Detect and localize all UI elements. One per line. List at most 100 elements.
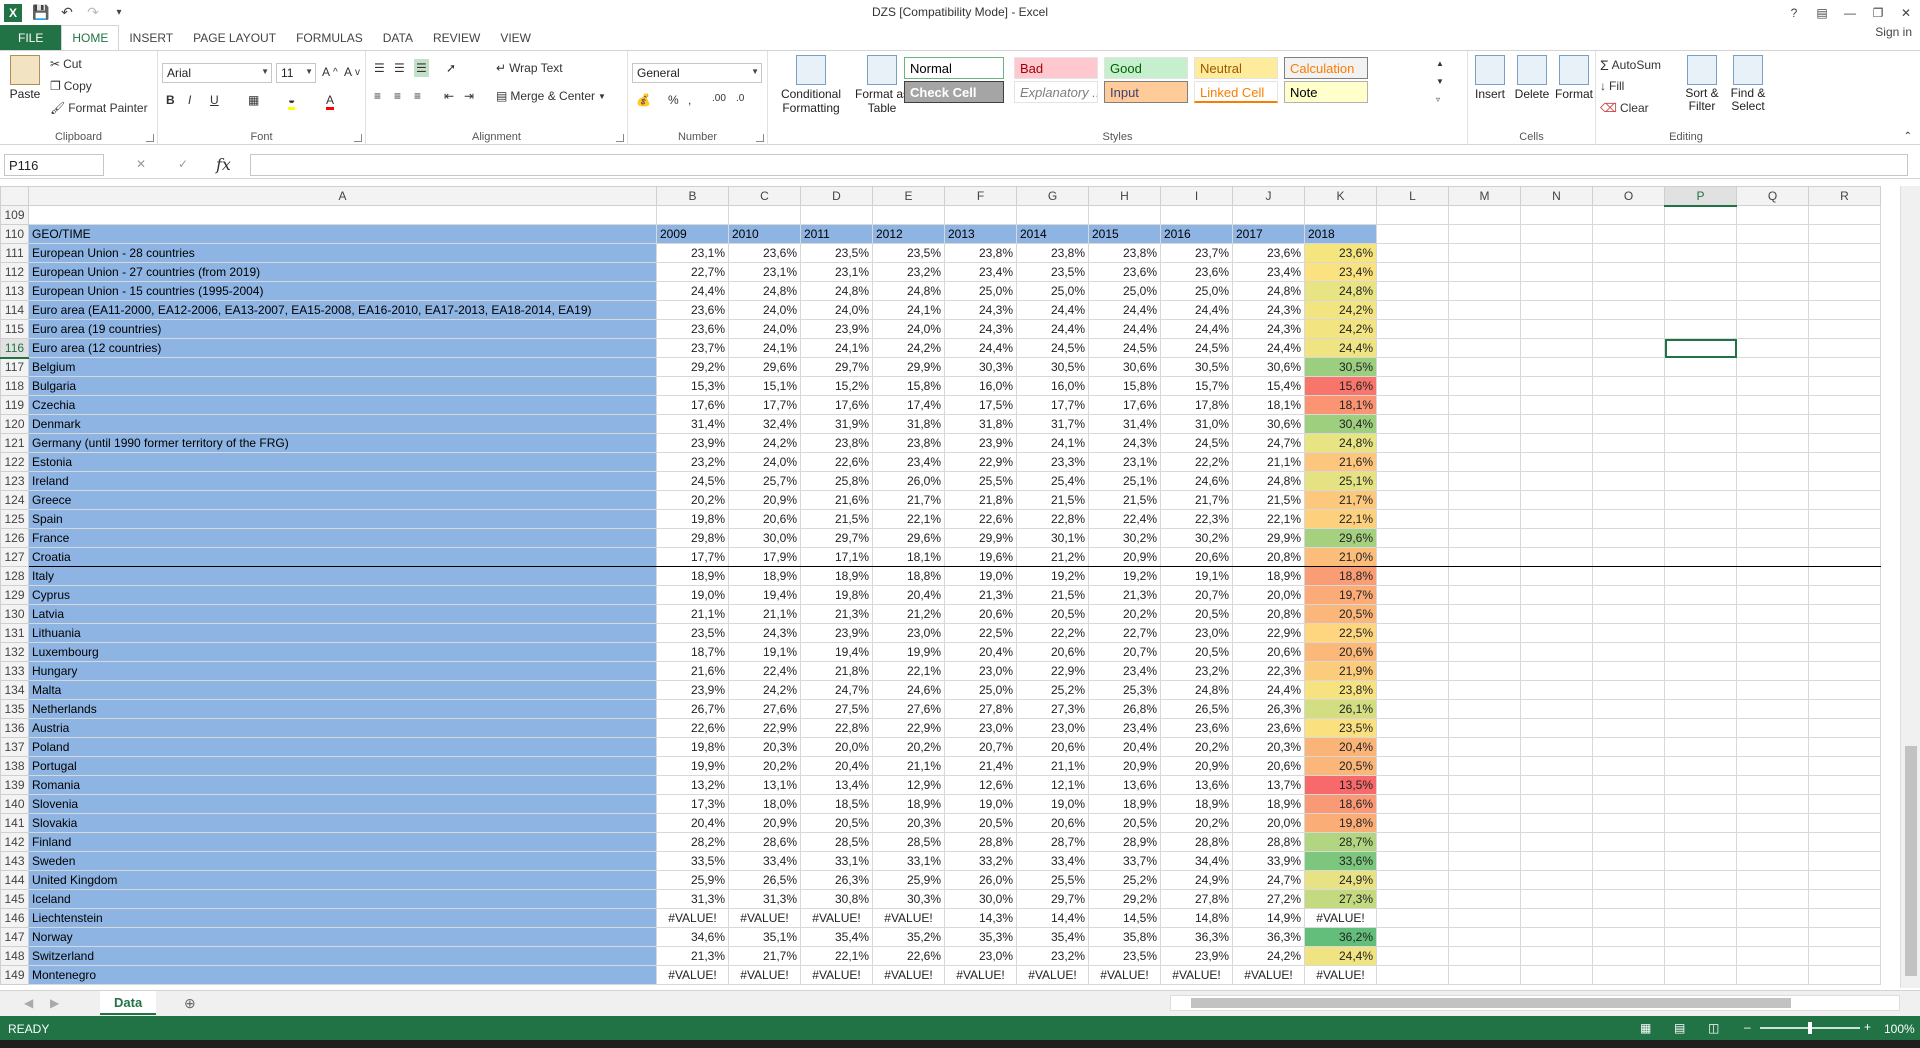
cell-o148[interactable] [1592,946,1665,966]
column-header-o[interactable]: O [1592,186,1665,206]
country-label[interactable]: Croatia [28,547,657,567]
value-cell[interactable]: 33,5% [656,851,729,871]
cell-q132[interactable] [1736,642,1809,662]
value-cell[interactable]: 28,6% [728,832,801,852]
value-cell[interactable]: 30,4% [1304,414,1377,434]
value-cell[interactable]: 23,2% [1160,661,1233,681]
cell-r119[interactable] [1808,395,1881,415]
cell-r114[interactable] [1808,300,1881,320]
cell-q125[interactable] [1736,509,1809,529]
row-header[interactable]: 113 [0,281,29,301]
cell-l131[interactable] [1376,623,1449,643]
value-cell[interactable]: 23,8% [1016,243,1089,263]
value-cell[interactable]: #VALUE! [800,965,873,985]
number-format-select[interactable]: General ▼ [632,63,762,83]
row-header[interactable]: 115 [0,319,29,339]
value-cell[interactable]: 23,6% [656,300,729,320]
cell-r131[interactable] [1808,623,1881,643]
cell-p114[interactable] [1664,300,1737,320]
country-label[interactable]: Finland [28,832,657,852]
value-cell[interactable]: 27,2% [1232,889,1305,909]
cell-q118[interactable] [1736,376,1809,396]
value-cell[interactable]: 30,5% [1016,357,1089,377]
value-cell[interactable]: 15,7% [1160,376,1233,396]
cell-n146[interactable] [1520,908,1593,928]
value-cell[interactable]: 20,9% [1088,756,1161,776]
row-header[interactable]: 110 [0,224,29,244]
cell-m136[interactable] [1448,718,1521,738]
value-cell[interactable]: 15,6% [1304,376,1377,396]
value-cell[interactable]: 13,6% [1160,775,1233,795]
value-cell[interactable]: 23,8% [944,243,1017,263]
value-cell[interactable]: 21,3% [800,604,873,624]
column-header-m[interactable]: M [1448,186,1521,206]
value-cell[interactable]: 24,2% [1232,946,1305,966]
cell-l141[interactable] [1376,813,1449,833]
value-cell[interactable]: 19,9% [656,756,729,776]
cell-n136[interactable] [1520,718,1593,738]
percent-style-button[interactable]: % [668,93,679,107]
row-header[interactable]: 124 [0,490,29,510]
find-select-button[interactable]: Find & Select [1726,55,1770,113]
value-cell[interactable]: 22,4% [1088,509,1161,529]
value-cell[interactable]: 23,6% [1160,718,1233,738]
value-cell[interactable]: 23,4% [1088,661,1161,681]
align-center-button[interactable]: ≡ [394,89,401,103]
column-header-f[interactable]: F [944,186,1017,206]
zoom-level[interactable]: 100% [1884,1022,1915,1036]
value-cell[interactable]: 13,7% [1232,775,1305,795]
value-cell[interactable]: 23,6% [656,319,729,339]
country-label[interactable]: Bulgaria [28,376,657,396]
cell-p144[interactable] [1664,870,1737,890]
cell-m123[interactable] [1448,471,1521,491]
value-cell[interactable]: 19,1% [728,642,801,662]
value-cell[interactable]: #VALUE! [656,908,729,928]
value-cell[interactable]: 21,3% [1088,585,1161,605]
value-cell[interactable]: 24,7% [800,680,873,700]
value-cell[interactable]: 28,8% [1232,832,1305,852]
value-cell[interactable]: 12,6% [944,775,1017,795]
cell-m132[interactable] [1448,642,1521,662]
value-cell[interactable]: 13,6% [1088,775,1161,795]
country-label[interactable]: Italy [28,566,657,586]
cell-q139[interactable] [1736,775,1809,795]
value-cell[interactable]: 18,1% [1232,395,1305,415]
minimize-icon[interactable]: — [1836,0,1864,25]
cancel-entry-icon[interactable]: ✕ [136,157,146,171]
cell-l137[interactable] [1376,737,1449,757]
row-header[interactable]: 127 [0,547,29,567]
row-header[interactable]: 136 [0,718,29,738]
cell-p137[interactable] [1664,737,1737,757]
cell-r143[interactable] [1808,851,1881,871]
value-cell[interactable]: 22,9% [1232,623,1305,643]
cell-l144[interactable] [1376,870,1449,890]
cell-n122[interactable] [1520,452,1593,472]
value-cell[interactable]: #VALUE! [872,965,945,985]
cell-l117[interactable] [1376,357,1449,377]
column-header-d[interactable]: D [800,186,873,206]
value-cell[interactable]: 30,6% [1232,357,1305,377]
cell-n117[interactable] [1520,357,1593,377]
value-cell[interactable]: 24,0% [872,319,945,339]
value-cell[interactable]: 26,3% [1232,699,1305,719]
cell-p122[interactable] [1664,452,1737,472]
cell-m113[interactable] [1448,281,1521,301]
cell-r134[interactable] [1808,680,1881,700]
value-cell[interactable]: 15,2% [800,376,873,396]
value-cell[interactable]: 20,4% [872,585,945,605]
value-cell[interactable]: 23,8% [872,433,945,453]
value-cell[interactable]: 18,7% [656,642,729,662]
cell-o123[interactable] [1592,471,1665,491]
value-cell[interactable]: 21,8% [944,490,1017,510]
year-header[interactable]: 2009 [656,224,729,244]
cell-o115[interactable] [1592,319,1665,339]
value-cell[interactable]: 24,4% [656,281,729,301]
cell-q111[interactable] [1736,243,1809,263]
vertical-scroll-thumb[interactable] [1905,746,1917,976]
cell-n137[interactable] [1520,737,1593,757]
value-cell[interactable]: 21,5% [1016,585,1089,605]
value-cell[interactable]: 24,0% [728,452,801,472]
cell-h109[interactable] [1088,205,1161,225]
value-cell[interactable]: 26,5% [1160,699,1233,719]
value-cell[interactable]: 24,9% [1304,870,1377,890]
